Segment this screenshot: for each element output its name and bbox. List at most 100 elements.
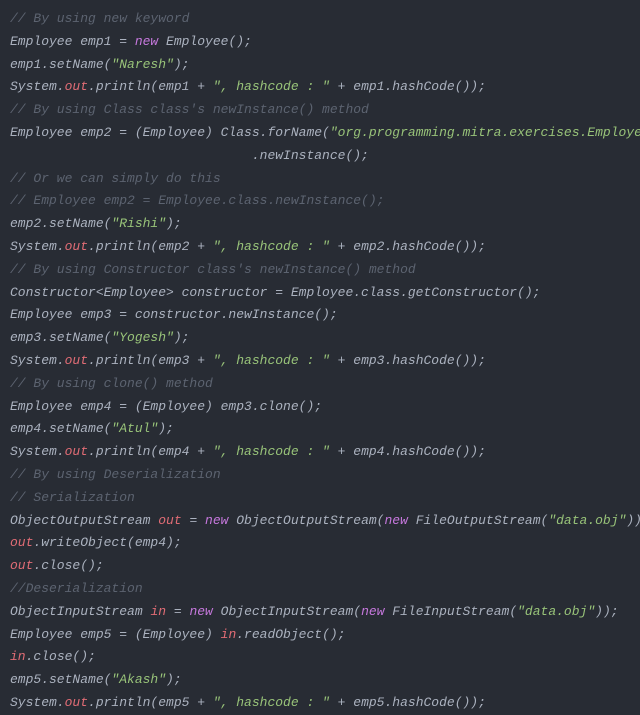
code-token-comment: // Employee emp2 = Employee.class.newIns… <box>10 193 384 208</box>
code-line: Constructor<Employee> constructor = Empl… <box>10 282 630 305</box>
code-token-string: "Naresh" <box>111 57 173 72</box>
code-token-default: emp3.setName( <box>10 330 111 345</box>
code-line: emp1.setName("Naresh"); <box>10 54 630 77</box>
code-token-field: in <box>221 627 237 642</box>
code-token-default: .println(emp4 + <box>88 444 213 459</box>
code-token-comment: // By using clone() method <box>10 376 213 391</box>
code-line: System.out.println(emp1 + ", hashcode : … <box>10 76 630 99</box>
code-token-default: + emp3.hashCode()); <box>330 353 486 368</box>
code-token-default: Employee emp3 = constructor.newInstance(… <box>10 307 338 322</box>
code-token-string: "data.obj" <box>548 513 626 528</box>
code-token-default: + emp1.hashCode()); <box>330 79 486 94</box>
code-line: out.close(); <box>10 555 630 578</box>
code-token-default: ); <box>166 216 182 231</box>
code-token-string: ", hashcode : " <box>213 79 330 94</box>
code-token-default: ObjectOutputStream( <box>228 513 384 528</box>
code-token-field: out <box>65 79 88 94</box>
code-token-default: System. <box>10 444 65 459</box>
code-line: ObjectOutputStream out = new ObjectOutpu… <box>10 510 630 533</box>
code-line: // By using Constructor class's newInsta… <box>10 259 630 282</box>
code-line: emp2.setName("Rishi"); <box>10 213 630 236</box>
code-token-field: out <box>65 353 88 368</box>
code-line: Employee emp3 = constructor.newInstance(… <box>10 304 630 327</box>
code-token-default: )); <box>626 513 640 528</box>
code-token-string: ", hashcode : " <box>213 353 330 368</box>
code-token-field: in <box>10 649 26 664</box>
code-token-comment: // Serialization <box>10 490 135 505</box>
code-token-default: .println(emp1 + <box>88 79 213 94</box>
code-line: Employee emp4 = (Employee) emp3.clone(); <box>10 396 630 419</box>
code-token-default: .readObject(); <box>236 627 345 642</box>
code-line: Employee emp1 = new Employee(); <box>10 31 630 54</box>
code-token-string: "data.obj" <box>517 604 595 619</box>
code-line: in.close(); <box>10 646 630 669</box>
code-line: // By using Deserialization <box>10 464 630 487</box>
code-token-default: Employee emp1 = <box>10 34 135 49</box>
code-line: emp5.setName("Akash"); <box>10 669 630 692</box>
code-line: emp3.setName("Yogesh"); <box>10 327 630 350</box>
code-token-default: Employee emp4 = (Employee) emp3.clone(); <box>10 399 322 414</box>
code-token-default: .println(emp5 + <box>88 695 213 710</box>
code-line: out.writeObject(emp4); <box>10 532 630 555</box>
code-line: // By using Class class's newInstance() … <box>10 99 630 122</box>
code-token-default: ); <box>166 672 182 687</box>
code-token-default: )); <box>595 604 618 619</box>
code-token-default: Employee(); <box>158 34 252 49</box>
code-token-default: .writeObject(emp4); <box>33 535 181 550</box>
code-token-default: ); <box>174 57 190 72</box>
code-line: // Serialization <box>10 487 630 510</box>
code-token-default: emp1.setName( <box>10 57 111 72</box>
code-token-default: = <box>182 513 205 528</box>
code-token-comment: // By using new keyword <box>10 11 189 26</box>
code-token-default: ObjectOutputStream <box>10 513 158 528</box>
code-token-comment: // By using Deserialization <box>10 467 221 482</box>
code-line: // Employee emp2 = Employee.class.newIns… <box>10 190 630 213</box>
code-token-field: out <box>158 513 181 528</box>
code-line: System.out.println(emp5 + ", hashcode : … <box>10 692 630 715</box>
code-token-default: + emp4.hashCode()); <box>330 444 486 459</box>
code-token-default: ); <box>158 421 174 436</box>
code-token-default: .close(); <box>33 558 103 573</box>
code-token-default: + emp5.hashCode()); <box>330 695 486 710</box>
code-token-field: out <box>65 239 88 254</box>
code-token-field: out <box>65 695 88 710</box>
code-line: System.out.println(emp4 + ", hashcode : … <box>10 441 630 464</box>
code-token-default: FileInputStream( <box>385 604 518 619</box>
code-line: // By using new keyword <box>10 8 630 31</box>
code-line: Employee emp5 = (Employee) in.readObject… <box>10 624 630 647</box>
code-line: // By using clone() method <box>10 373 630 396</box>
code-line: Employee emp2 = (Employee) Class.forName… <box>10 122 630 145</box>
code-token-default: ObjectInputStream <box>10 604 150 619</box>
code-block: // By using new keyword Employee emp1 = n… <box>10 8 630 715</box>
code-token-field: out <box>10 558 33 573</box>
code-token-default: ObjectInputStream( <box>213 604 361 619</box>
code-token-default: emp5.setName( <box>10 672 111 687</box>
code-token-comment: //Deserialization <box>10 581 143 596</box>
code-token-string: "Rishi" <box>111 216 166 231</box>
code-line: System.out.println(emp3 + ", hashcode : … <box>10 350 630 373</box>
code-token-field: in <box>150 604 166 619</box>
code-token-comment: // By using Class class's newInstance() … <box>10 102 369 117</box>
code-token-default: System. <box>10 353 65 368</box>
code-token-default: .close(); <box>26 649 96 664</box>
code-token-default: + emp2.hashCode()); <box>330 239 486 254</box>
code-token-default: .println(emp2 + <box>88 239 213 254</box>
code-token-default: System. <box>10 695 65 710</box>
code-token-keyword: new <box>135 34 158 49</box>
code-token-comment: // Or we can simply do this <box>10 171 221 186</box>
code-token-default: emp2.setName( <box>10 216 111 231</box>
code-token-comment: // By using Constructor class's newInsta… <box>10 262 416 277</box>
code-token-field: out <box>65 444 88 459</box>
code-token-default: ); <box>174 330 190 345</box>
code-token-string: "org.programming.mitra.exercises.Employe… <box>330 125 640 140</box>
code-token-string: "Yogesh" <box>111 330 173 345</box>
code-token-default: Employee emp5 = (Employee) <box>10 627 221 642</box>
code-token-default: .println(emp3 + <box>88 353 213 368</box>
code-line: emp4.setName("Atul"); <box>10 418 630 441</box>
code-line: //Deserialization <box>10 578 630 601</box>
code-token-default: emp4.setName( <box>10 421 111 436</box>
code-token-string: "Akash" <box>111 672 166 687</box>
code-token-string: ", hashcode : " <box>213 444 330 459</box>
code-token-string: "Atul" <box>111 421 158 436</box>
code-token-string: ", hashcode : " <box>213 239 330 254</box>
